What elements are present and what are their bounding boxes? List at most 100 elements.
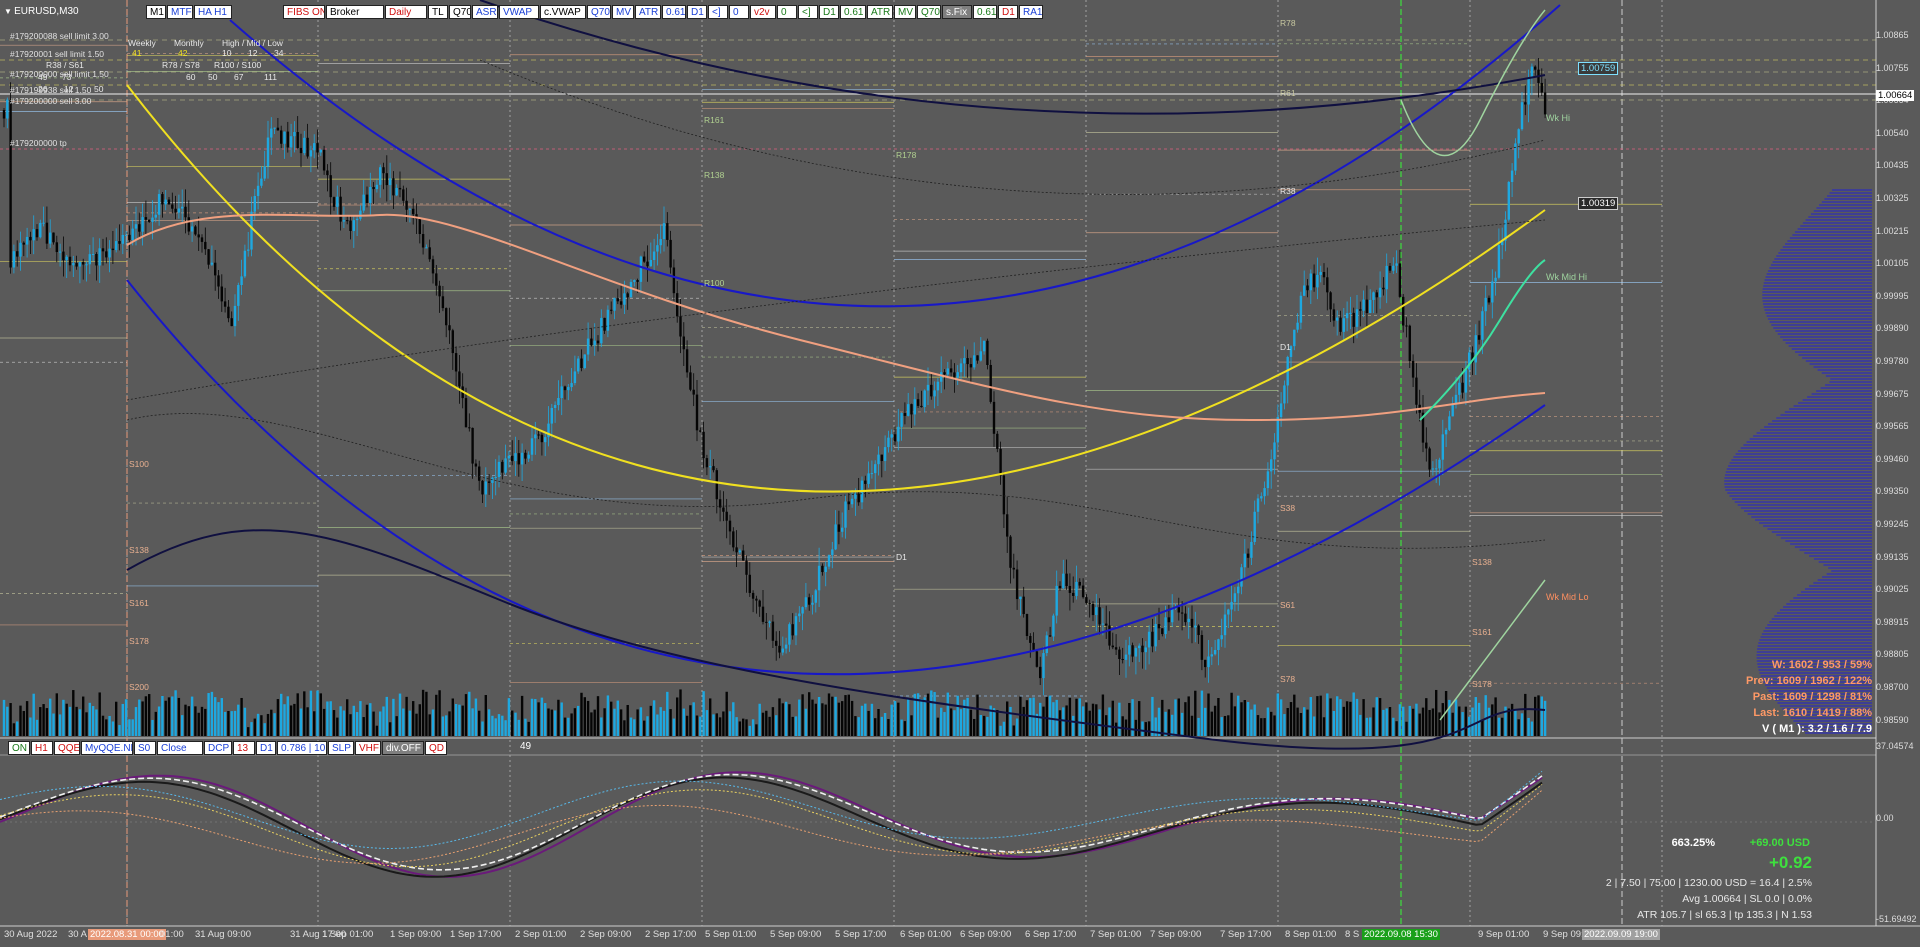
toolbar-button-q70[interactable]: Q70 <box>449 5 471 19</box>
time-tick: 2 Sep 17:00 <box>645 929 697 940</box>
price-tick: 0.99245 <box>1876 519 1909 529</box>
atr-line: ATR 105.7 | sl 65.3 | tp 135.3 | N 1.53 <box>1637 909 1812 921</box>
toolbar-button-mv[interactable]: MV <box>612 5 634 19</box>
fib-level-label: S100 <box>129 459 149 469</box>
fib-level-label: S161 <box>1472 627 1492 637</box>
toolbar-button-[interactable]: <] <box>708 5 728 19</box>
info-header: High / Mid / Low <box>222 38 283 48</box>
toolbar-button-mv[interactable]: MV <box>894 5 916 19</box>
price-chart[interactable] <box>0 0 1920 947</box>
profit-percent: 663.25% <box>1671 837 1715 849</box>
symbol-label: EURUSD,M30 <box>14 6 79 17</box>
toolbar-button-c-vwap[interactable]: c.VWAP <box>540 5 586 19</box>
price-tick: 1.00540 <box>1876 127 1909 138</box>
price-tick: 0.99995 <box>1876 290 1909 301</box>
price-tick: 0.99890 <box>1876 323 1909 334</box>
toolbar-button-0-61[interactable]: 0.61 <box>973 5 997 19</box>
toolbar-button-asr[interactable]: ASR <box>472 5 498 19</box>
info-row3: 67 <box>234 72 244 82</box>
osc-button-dcp[interactable]: DCP <box>204 741 232 755</box>
toolbar-button-vwap[interactable]: VWAP <box>499 5 539 19</box>
toolbar-button-mtf[interactable]: MTF <box>167 5 193 19</box>
toolbar-button-ha-h1[interactable]: HA H1 <box>194 5 232 19</box>
fib-level-label: S78 <box>1280 674 1296 684</box>
info-header: Monthly <box>174 38 204 48</box>
toolbar-button-ra1[interactable]: RA1 <box>1019 5 1043 19</box>
fib-level-label: S138 <box>129 545 149 555</box>
price-tick: 0.98805 <box>1876 649 1909 660</box>
time-tick: 2 Sep 09:00 <box>580 929 632 940</box>
weekly-stat: V ( M1 ): 3.2 / 1.6 / 7.9 <box>1761 723 1872 735</box>
toolbar-button-q70[interactable]: Q70 <box>587 5 611 19</box>
toolbar-button-0[interactable]: 0 <box>729 5 749 19</box>
osc-button-div-off[interactable]: div.OFF <box>382 741 424 755</box>
time-tick: 6 Sep 09:00 <box>960 929 1012 940</box>
osc-button-h1[interactable]: H1 <box>31 741 53 755</box>
toolbar-button-d1[interactable]: D1 <box>998 5 1018 19</box>
price-tick: 0.99565 <box>1876 421 1909 432</box>
toolbar-button-m1[interactable]: M1 <box>146 5 166 19</box>
time-tick: 1 Sep 17:00 <box>450 929 502 940</box>
toolbar-button-d1[interactable]: D1 <box>687 5 707 19</box>
toolbar-button-0[interactable]: 0 <box>777 5 797 19</box>
toolbar-button-fibs-on[interactable]: FIBS ON <box>283 5 325 19</box>
toolbar-button-0-61[interactable]: 0.61 <box>840 5 866 19</box>
osc-button-0-786-10[interactable]: 0.786 | 10 <box>277 741 327 755</box>
dropdown-arrow-icon[interactable]: ▼ <box>4 7 14 16</box>
osc-button-s0[interactable]: S0 <box>134 741 156 755</box>
toolbar-button-atr[interactable]: ATR <box>635 5 661 19</box>
toolbar-button-broker[interactable]: Broker <box>326 5 384 19</box>
high-price-tag: 1.00759 <box>1578 62 1619 75</box>
osc-button-qqe[interactable]: QQE <box>54 741 80 755</box>
osc-button-slp[interactable]: SLP <box>328 741 354 755</box>
fib-level-label: S178 <box>129 636 149 646</box>
toolbar-button-q70[interactable]: Q70 <box>917 5 941 19</box>
fib-level-label: D1 <box>1280 342 1291 352</box>
price-tick: 1.00325 <box>1876 193 1909 203</box>
fib-level-label: S38 <box>1280 503 1296 513</box>
time-tick: 7 Sep 01:00 <box>1090 929 1142 940</box>
osc-button-13[interactable]: 13 <box>233 741 255 755</box>
osc-button-vhf[interactable]: VHF <box>355 741 381 755</box>
osc-button-d1[interactable]: D1 <box>256 741 276 755</box>
info-value: 41 <box>132 48 142 58</box>
toolbar-button-[interactable]: <] <box>798 5 818 19</box>
toolbar-button-tl[interactable]: TL <box>428 5 448 19</box>
time-tick: 1 Sep 01:00 <box>322 929 374 940</box>
toolbar-button-0-61[interactable]: 0.61 <box>662 5 686 19</box>
toolbar-button-daily[interactable]: Daily <box>385 5 427 19</box>
time-tick: 9 Sep 01:00 <box>1478 929 1530 940</box>
trading-terminal: ▼ EURUSD,M30 M1 MTF HA H1 FIBS ON Broker Dail… <box>0 0 1920 947</box>
price-tick: 0.98700 <box>1876 682 1909 692</box>
info-row3: 111 <box>264 72 277 82</box>
price-tick: 1.00865 <box>1876 30 1909 40</box>
price-tick: 0.99460 <box>1876 453 1909 464</box>
osc-button-qd[interactable]: QD <box>425 741 447 755</box>
fib-level-label: R138 <box>704 170 725 180</box>
info-row2: R78 / S78 <box>162 60 200 70</box>
weekly-stat: Prev: 1609 / 1962 / 122% <box>1746 675 1872 687</box>
profit-usd: +69.00 USD <box>1749 837 1810 849</box>
weekly-stat: Last: 1610 / 1419 / 88% <box>1753 707 1872 719</box>
toolbar-button-v2v[interactable]: v2v <box>750 5 776 19</box>
osc-button-close[interactable]: Close <box>157 741 203 755</box>
time-tick: 6 Sep 01:00 <box>900 929 952 940</box>
price-tick: 1.00215 <box>1876 225 1909 236</box>
toolbar-button-atr[interactable]: ATR <box>867 5 893 19</box>
order-label: #179200000 sell limit 1.50 <box>10 69 109 79</box>
time-tick: 2022.09.09 19:00 <box>1582 929 1660 940</box>
toolbar-button-d1[interactable]: D1 <box>819 5 839 19</box>
price-tick: 1.00435 <box>1876 160 1909 171</box>
osc-button-on[interactable]: ON <box>8 741 30 755</box>
osc-button-myqqe-net[interactable]: MyQQE.NET <box>81 741 133 755</box>
order-label: #17920001 sell limit 1.50 <box>10 49 105 59</box>
info-value: 12 <box>248 48 258 58</box>
price-tick: 1.00105 <box>1876 258 1909 269</box>
time-tick: 2022.09.08 15:30 <box>1362 929 1440 940</box>
wk-mid-lo-label: Wk Mid Lo <box>1546 592 1589 602</box>
time-tick: 8 Sep 01:00 <box>1285 929 1337 940</box>
fib-level-label: R100 <box>704 278 725 288</box>
position-line: 2 | 7.50 | 75.00 | 1230.00 USD = 16.4 | … <box>1605 877 1812 889</box>
price-tick: 0.98915 <box>1876 616 1909 627</box>
toolbar-button-s-fix[interactable]: s.Fix <box>942 5 972 19</box>
